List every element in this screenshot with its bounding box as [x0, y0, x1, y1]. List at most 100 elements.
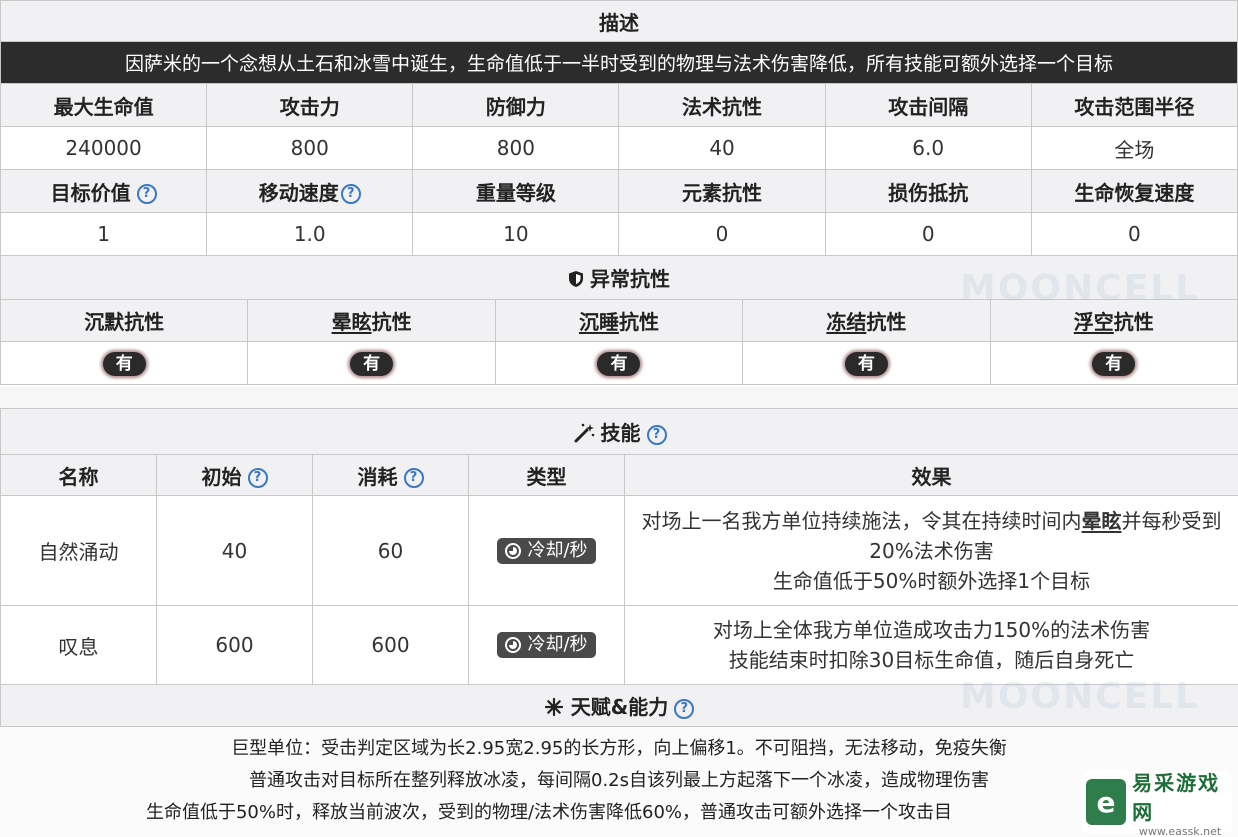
skill-col-header: 消耗? [312, 454, 469, 496]
effect-text: 对场上一名我方单位持续施法，令其在持续时间内 [641, 508, 1082, 533]
resist-link[interactable]: 沉睡 [579, 310, 619, 334]
timer-icon [505, 637, 522, 653]
stat-header: 攻击间隔 [824, 83, 1032, 127]
help-icon[interactable]: ? [247, 468, 268, 488]
skill-initial: 600 [156, 605, 313, 685]
description-header: 描述 [0, 0, 1238, 42]
resist-suffix: 抗性 [371, 310, 412, 334]
talent-line: 生命值低于50%时，释放当前波次，受到的物理/法术伤害降低60%，普通攻击可额外… [145, 802, 953, 823]
stun-link[interactable]: 晕眩 [1082, 509, 1122, 533]
stats-table: 描述 因萨米的一个念想从土石和冰雪中诞生，生命值低于一半时受到的物理与法术伤害降… [0, 0, 1238, 256]
stat-header: 目标价值? [0, 169, 208, 213]
resist-header-freeze: 冻结抗性 [742, 299, 991, 342]
talents-header: 天赋&能力? [0, 684, 1238, 727]
resist-suffix: 抗性 [124, 310, 165, 334]
resist-header-stun: 晕眩抗性 [247, 299, 496, 342]
cooldown-badge: 冷却/秒 [497, 632, 596, 658]
skill-name: 叹息 [0, 605, 157, 685]
skill-row: 叹息 600 600 冷却/秒 对场上全体我方单位造成攻击力150%的法术伤害 … [0, 605, 1238, 685]
skill-effect: 对场上全体我方单位造成攻击力150%的法术伤害 技能结束时扣除30目标生命值，随… [624, 605, 1238, 685]
stat-value: 全场 [1030, 126, 1238, 170]
stat-value: 0 [824, 212, 1032, 256]
stat-header: 元素抗性 [618, 169, 826, 213]
effect-line: 技能结束时扣除30目标生命值，随后自身死亡 [728, 648, 1135, 672]
skill-row: 自然涌动 40 60 冷却/秒 对场上一名我方单位持续施法，令其在持续时间内晕眩… [0, 495, 1238, 606]
effect-line: 对场上一名我方单位持续施法，令其在持续时间内晕眩并每秒受到20%法术伤害 [633, 506, 1230, 566]
stat-header: 防御力 [412, 83, 620, 127]
stat-header-label: 目标价值 [50, 180, 131, 205]
help-icon[interactable]: ? [340, 184, 361, 204]
description-title: 描述 [599, 10, 639, 35]
resist-suffix: 抗性 [1113, 310, 1154, 334]
skill-col-header: 类型 [468, 454, 625, 496]
logo-url: www.eassk.net [1138, 824, 1222, 837]
stat-header: 生命恢复速度 [1030, 169, 1238, 213]
cooldown-badge: 冷却/秒 [497, 537, 596, 564]
stat-header: 攻击力 [206, 83, 414, 127]
skill-cost: 600 [312, 605, 469, 685]
help-icon[interactable]: ? [136, 184, 157, 204]
skills-card: 技能? 名称 初始? 消耗? 类型 效果 自然涌动 40 60 冷却/秒 对场上… [0, 408, 1238, 837]
resist-link[interactable]: 冻结 [826, 310, 866, 334]
cooldown-label: 冷却/秒 [527, 539, 588, 561]
resist-suffix: 抗性 [866, 310, 907, 334]
stat-header: 移动速度? [206, 169, 414, 213]
resist-badge: 有 [350, 352, 394, 376]
site-logo[interactable]: e 易采游戏网 www.eassk.net [1082, 771, 1232, 837]
talent-line: 普通攻击对目标所在整列释放冰凌，每间隔0.2s自该列最上方起落下一个冰凌，造成物… [249, 770, 989, 791]
help-icon[interactable]: ? [646, 424, 667, 445]
stat-header: 重量等级 [412, 169, 620, 213]
resist-value-cell: 有 [0, 341, 249, 385]
help-icon[interactable]: ? [403, 468, 424, 488]
stat-header: 攻击范围半径 [1030, 83, 1238, 127]
stat-value: 40 [618, 126, 826, 170]
skill-col-header: 效果 [624, 454, 1238, 496]
stat-value: 800 [206, 126, 414, 170]
talents-body: 巨型单位：受击判定区域为长2.95宽2.95的长方形，向上偏移1。不可阻挡，无法… [0, 727, 1238, 837]
resist-value-cell: 有 [742, 341, 991, 385]
skill-effect: 对场上一名我方单位持续施法，令其在持续时间内晕眩并每秒受到20%法术伤害 生命值… [624, 495, 1238, 606]
skill-col-header: 初始? [156, 454, 313, 496]
skill-col-label: 初始 [201, 464, 242, 489]
resist-name: 沉默 [84, 310, 125, 334]
stat-header: 最大生命值 [0, 83, 208, 127]
skill-type-cell: 冷却/秒 [468, 495, 625, 606]
resist-value-cell: 有 [494, 341, 744, 385]
resist-badge: 有 [844, 352, 888, 376]
effect-line: 对场上全体我方单位造成攻击力150%的法术伤害 [712, 618, 1151, 642]
skill-col-header: 名称 [0, 454, 157, 496]
resist-header-sleep: 沉睡抗性 [494, 299, 744, 342]
logo-text: 易采游戏网 www.eassk.net [1132, 767, 1228, 837]
stat-value: 0 [618, 212, 826, 256]
skill-cost: 60 [312, 495, 469, 606]
abnormal-title: 异常抗性 [590, 267, 670, 291]
abnormal-resistance-table: 异常抗性 沉默抗性 晕眩抗性 沉睡抗性 冻结抗性 浮空抗性 有 有 有 有 有 [0, 255, 1238, 385]
magic-wand-icon [574, 423, 594, 443]
skill-type-cell: 冷却/秒 [468, 605, 625, 685]
resist-header-silence: 沉默抗性 [0, 299, 249, 342]
talent-line: 巨型单位：受击判定区域为长2.95宽2.95的长方形，向上偏移1。不可阻挡，无法… [231, 738, 1007, 759]
stat-value: 10 [412, 212, 620, 256]
logo-name: 易采游戏网 [1132, 770, 1221, 824]
help-icon[interactable]: ? [674, 698, 695, 719]
resist-badge: 有 [1092, 352, 1136, 376]
skills-title: 技能 [600, 421, 641, 445]
stat-value: 6.0 [824, 126, 1032, 170]
timer-icon [505, 542, 522, 559]
section-gap [0, 387, 1238, 408]
abnormal-header: 异常抗性 [0, 255, 1238, 300]
resist-value-cell: 有 [247, 341, 496, 385]
resist-link[interactable]: 晕眩 [332, 310, 372, 334]
stat-header: 法术抗性 [618, 83, 826, 127]
stat-value: 1.0 [206, 212, 414, 256]
resist-header-levitate: 浮空抗性 [989, 299, 1238, 342]
cooldown-label: 冷却/秒 [527, 634, 588, 655]
resist-suffix: 抗性 [618, 310, 659, 334]
skill-name: 自然涌动 [0, 495, 157, 606]
shield-icon [569, 271, 583, 287]
resist-value-cell: 有 [989, 341, 1238, 385]
sparkle-icon [544, 697, 563, 717]
logo-badge-icon: e [1086, 779, 1127, 825]
resist-link[interactable]: 浮空 [1074, 310, 1114, 334]
skill-initial: 40 [156, 495, 313, 606]
